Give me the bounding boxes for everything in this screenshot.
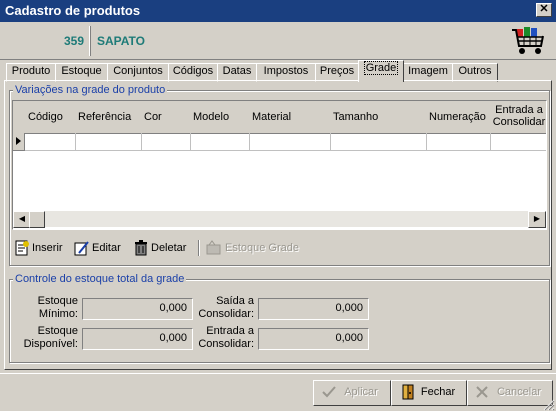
edit-icon xyxy=(74,241,89,256)
tab-grade-label: Grade xyxy=(363,61,399,75)
column-header[interactable]: Modelo xyxy=(190,101,250,134)
exit-to-consolidate-field[interactable]: 0,000 xyxy=(258,298,369,320)
stock-grid-button[interactable]: Estoque Grade xyxy=(206,238,306,258)
insert-icon xyxy=(15,240,29,256)
variations-grid[interactable]: Código Referência Cor Modelo Material Ta… xyxy=(12,100,547,230)
check-icon xyxy=(322,386,336,398)
edit-label: Editar xyxy=(92,242,121,254)
stock-control-title: Controle do estoque total da grade xyxy=(13,273,187,285)
min-stock-label: Estoque Mínimo: xyxy=(37,295,78,320)
product-name: SAPATO xyxy=(97,34,146,48)
delete-label: Deletar xyxy=(151,242,187,254)
window-title: Cadastro de produtos xyxy=(5,3,141,18)
variations-group-title: Variações na grade do produto xyxy=(13,84,168,96)
cancel-label: Cancelar xyxy=(496,386,542,398)
variations-group: Variações na grade do produto Código Ref… xyxy=(9,84,550,266)
apply-button[interactable]: Aplicar xyxy=(313,380,391,406)
close-window-button[interactable]: ✕ xyxy=(536,3,552,17)
stock-grid-label: Estoque Grade xyxy=(225,242,299,254)
entry-to-consolidate-label: Entrada a Consolidar: xyxy=(198,325,254,350)
door-icon xyxy=(402,384,414,400)
product-header: 359 SAPATO xyxy=(0,22,556,60)
column-header[interactable]: Código xyxy=(25,101,76,134)
product-code: 359 xyxy=(0,26,90,56)
stock-control-group: Controle do estoque total da grade Estoq… xyxy=(9,273,550,363)
toolbar-separator xyxy=(198,240,199,256)
column-header[interactable]: Numeração xyxy=(426,101,491,134)
footer-separator xyxy=(0,373,556,374)
shopping-cart-icon xyxy=(512,27,544,54)
edit-button[interactable]: Editar xyxy=(74,238,126,258)
tab-strip: Produto Estoque Conjuntos Códigos Datas … xyxy=(4,60,552,82)
available-stock-field[interactable]: 0,000 xyxy=(82,328,193,350)
scroll-thumb[interactable] xyxy=(29,211,45,228)
close-button[interactable]: Fechar xyxy=(391,380,467,406)
resize-grip-icon[interactable] xyxy=(541,397,555,411)
min-stock-field[interactable]: 0,000 xyxy=(82,298,193,320)
table-row[interactable] xyxy=(25,133,546,151)
column-header[interactable]: Referência xyxy=(75,101,142,134)
delete-button[interactable]: Deletar xyxy=(134,238,190,258)
insert-label: Inserir xyxy=(32,242,63,254)
scroll-right-button[interactable]: ▶ xyxy=(528,211,546,228)
tab-grade[interactable]: Grade xyxy=(358,60,404,82)
row-indicator[interactable] xyxy=(13,133,25,151)
grade-tab-page: Variações na grade do produto Código Ref… xyxy=(4,80,552,370)
horizontal-scrollbar[interactable]: ◀ ▶ xyxy=(13,211,546,228)
x-icon xyxy=(476,386,488,398)
title-bar: Cadastro de produtos ✕ xyxy=(0,0,556,22)
column-header[interactable]: Tamanho xyxy=(330,101,427,134)
current-row-arrow-icon xyxy=(16,137,21,145)
column-header[interactable]: Entrada a Consolidar xyxy=(490,101,546,134)
column-header[interactable]: Material xyxy=(249,101,331,134)
insert-button[interactable]: Inserir xyxy=(14,238,66,258)
stock-grid-icon xyxy=(206,240,221,255)
exit-to-consolidate-label: Saída a Consolidar: xyxy=(198,295,254,320)
column-header[interactable]: Cor xyxy=(141,101,191,134)
entry-to-consolidate-field[interactable]: 0,000 xyxy=(258,328,369,350)
trash-icon xyxy=(135,240,147,256)
available-stock-label: Estoque Disponível: xyxy=(23,325,78,350)
